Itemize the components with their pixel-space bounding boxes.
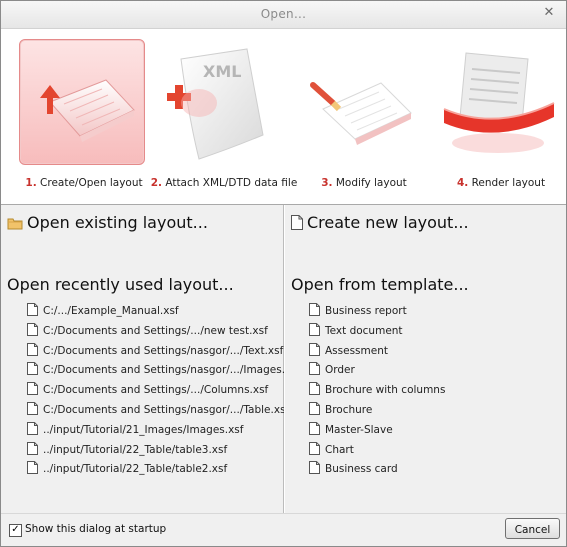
list-item[interactable]: Business report xyxy=(309,302,445,322)
modify-layout-icon xyxy=(299,39,423,163)
list-item[interactable]: Assessment xyxy=(309,342,445,362)
workflow-steps: 1. Create/Open layout XML 2. Attach XML/… xyxy=(1,29,566,205)
step-label: 3. Modify layout xyxy=(321,177,407,189)
step-label: 2. Attach XML/DTD data file xyxy=(150,177,298,189)
step-attach-xml[interactable]: XML 2. Attach XML/DTD data file xyxy=(149,29,297,199)
document-icon xyxy=(309,362,320,376)
recent-layouts-heading: Open recently used layout... xyxy=(7,275,234,294)
document-icon xyxy=(27,362,38,376)
list-item[interactable]: C:/Documents and Settings/.../Columns.xs… xyxy=(27,381,300,401)
list-item[interactable]: Business card xyxy=(309,460,445,480)
step-modify-layout[interactable]: 3. Modify layout xyxy=(289,29,419,199)
list-item[interactable]: C:/Documents and Settings/.../new test.x… xyxy=(27,322,300,342)
recent-layouts-list: C:/.../Example_Manual.xsf C:/Documents a… xyxy=(27,302,300,480)
step-create-open-layout[interactable]: 1. Create/Open layout xyxy=(9,29,145,199)
document-icon xyxy=(27,322,38,336)
dialog-footer: ✓ Show this dialog at startup Cancel xyxy=(1,513,566,546)
folder-icon xyxy=(7,215,23,234)
title-bar[interactable]: Open... ✕ xyxy=(1,1,566,29)
attach-xml-icon: XML xyxy=(159,39,283,163)
list-item[interactable]: Brochure with columns xyxy=(309,381,445,401)
create-layout-icon xyxy=(19,39,145,165)
list-item[interactable]: C:/Documents and Settings/nasgor/.../Tex… xyxy=(27,342,300,362)
list-item[interactable]: ../input/Tutorial/22_Table/table3.xsf xyxy=(27,441,300,461)
dialog-title: Open... xyxy=(260,7,307,21)
close-icon[interactable]: ✕ xyxy=(542,6,556,20)
document-icon xyxy=(27,441,38,455)
document-icon xyxy=(309,382,320,396)
step-render-layout[interactable]: 4. Render layout xyxy=(426,29,556,199)
document-icon xyxy=(309,322,320,336)
document-icon xyxy=(309,342,320,356)
create-new-layout-link[interactable]: Create new layout... xyxy=(291,213,469,234)
render-layout-icon xyxy=(436,39,560,163)
list-item[interactable]: Master-Slave xyxy=(309,421,445,441)
list-item[interactable]: Text document xyxy=(309,322,445,342)
open-existing-layout-link[interactable]: Open existing layout... xyxy=(7,213,208,234)
document-icon xyxy=(27,303,38,316)
document-icon xyxy=(309,421,320,435)
list-item[interactable]: Order xyxy=(309,361,445,381)
list-item[interactable]: ../input/Tutorial/22_Table/table2.xsf xyxy=(27,460,300,480)
show-at-startup-label: Show this dialog at startup xyxy=(25,523,167,535)
document-icon xyxy=(309,441,320,455)
document-icon xyxy=(27,342,38,356)
step-label: 4. Render layout xyxy=(456,177,546,189)
document-icon xyxy=(309,401,320,415)
list-item[interactable]: C:/.../Example_Manual.xsf xyxy=(27,302,300,322)
cancel-button[interactable]: Cancel xyxy=(505,518,560,539)
step-label: 1. Create/Open layout xyxy=(25,177,143,189)
svg-text:XML: XML xyxy=(203,62,241,81)
list-item[interactable]: ../input/Tutorial/21_Images/Images.xsf xyxy=(27,421,300,441)
document-icon xyxy=(309,303,320,316)
document-icon xyxy=(27,401,38,415)
new-document-icon xyxy=(291,215,303,234)
list-item[interactable]: C:/Documents and Settings/nasgor/.../Ima… xyxy=(27,361,300,381)
document-icon xyxy=(309,461,320,475)
left-pane: Open existing layout... Open recently us… xyxy=(1,205,300,513)
show-at-startup-checkbox[interactable]: ✓ xyxy=(9,524,22,537)
document-icon xyxy=(27,421,38,435)
templates-heading: Open from template... xyxy=(291,275,469,294)
document-icon xyxy=(27,382,38,396)
layout-panes: Open existing layout... Open recently us… xyxy=(1,205,566,513)
right-pane: Create new layout... Open from template.… xyxy=(284,205,566,513)
document-icon xyxy=(27,461,38,475)
open-dialog: Open... ✕ 1. Create/Open layout XML 2. A… xyxy=(0,0,567,547)
list-item[interactable]: Brochure xyxy=(309,401,445,421)
templates-list: Business report Text document Assessment… xyxy=(309,302,445,480)
list-item[interactable]: C:/Documents and Settings/nasgor/.../Tab… xyxy=(27,401,300,421)
list-item[interactable]: Chart xyxy=(309,441,445,461)
